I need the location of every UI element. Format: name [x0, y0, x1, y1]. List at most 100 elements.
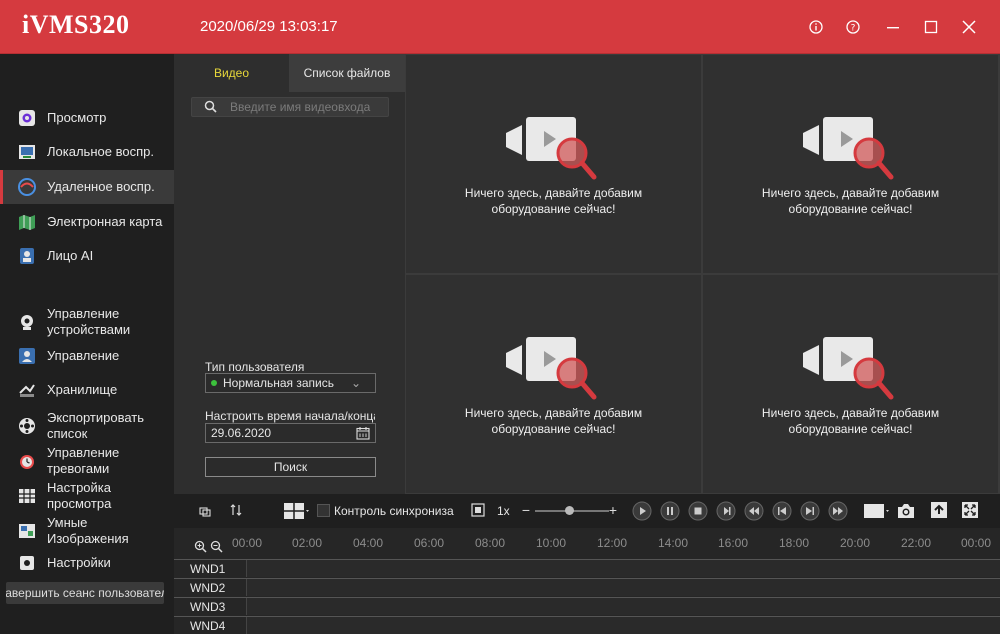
nav-item-emap[interactable]: Электронная карта — [0, 210, 174, 234]
record-type-value: Нормальная запись — [223, 376, 334, 390]
window-label: WND1 — [190, 562, 226, 576]
zoom-in-icon[interactable] — [194, 540, 207, 553]
calendar-icon[interactable] — [356, 426, 370, 445]
timeline-row[interactable]: WND4 — [174, 616, 1000, 634]
time-tick: 18:00 — [779, 536, 810, 550]
timeline-track[interactable] — [246, 617, 1000, 634]
search-panel: Видео Список файлов Тип пользователя Нор… — [174, 54, 405, 494]
no-camera-icon — [506, 113, 601, 186]
fullscreen-icon[interactable] — [961, 501, 979, 519]
record-type-select[interactable]: Нормальная запись ⌄ — [205, 373, 376, 393]
play-button[interactable] — [632, 501, 652, 521]
nav-item-face-ai[interactable]: Лицо AI — [0, 244, 174, 268]
next-button[interactable] — [800, 501, 820, 521]
nav-item-local-playback[interactable]: Локальное воспр. — [0, 140, 174, 164]
step-forward-button[interactable] — [716, 501, 736, 521]
layout-select-icon[interactable] — [283, 501, 311, 521]
user-type-label: Тип пользователя — [205, 360, 305, 374]
video-window-2[interactable]: Ничего здесь, давайте добавим оборудовани… — [703, 55, 998, 273]
window-copy-icon[interactable] — [198, 504, 212, 518]
preview-icon — [18, 109, 36, 127]
sync-checkbox[interactable] — [317, 504, 330, 517]
nav-item-remote-playback[interactable]: Удаленное воспр. — [0, 170, 174, 204]
nav-item-alarm-management[interactable]: Управление тревогами — [0, 443, 174, 479]
export-list-icon — [18, 417, 36, 435]
management-icon — [18, 347, 36, 365]
minimize-button[interactable] — [880, 14, 906, 40]
time-tick: 00:00 — [961, 536, 992, 550]
emap-icon — [18, 213, 36, 231]
search-icon[interactable] — [204, 100, 217, 116]
window-label: WND2 — [190, 581, 226, 595]
time-tick: 06:00 — [414, 536, 445, 550]
display-mode-select[interactable] — [863, 503, 891, 519]
tab-file-list[interactable]: Список файлов — [289, 54, 405, 92]
time-tick: 20:00 — [840, 536, 871, 550]
maximize-button[interactable] — [918, 14, 944, 40]
timeline-row[interactable]: WND1 — [174, 559, 1000, 577]
title-bar: iVMS320 2020/06/29 13:03:17 ? — [0, 0, 1000, 54]
speed-increase-button[interactable]: + — [608, 502, 618, 518]
tab-video[interactable]: Видео — [174, 54, 289, 92]
info-icon[interactable] — [803, 14, 829, 40]
date-field[interactable]: 29.06.2020 — [205, 423, 376, 443]
window-label: WND3 — [190, 600, 226, 614]
export-clip-icon[interactable] — [930, 501, 948, 519]
time-tick: 08:00 — [475, 536, 506, 550]
no-camera-icon — [506, 333, 601, 406]
nav-item-smart-images[interactable]: Умные Изображения — [0, 513, 174, 549]
nav-item-storage[interactable]: Хранилище — [0, 378, 174, 402]
nav-label: Электронная карта — [47, 214, 163, 229]
nav-label: Настройка просмотра — [47, 480, 112, 511]
nav-item-management[interactable]: Управление — [0, 344, 174, 368]
nav-item-export-list[interactable]: Экспортировать список — [0, 408, 174, 444]
fast-forward-button[interactable] — [828, 501, 848, 521]
stop-button[interactable] — [688, 501, 708, 521]
help-icon[interactable]: ? — [840, 14, 866, 40]
logout-button[interactable]: Завершить сеанс пользователя — [6, 582, 164, 604]
no-camera-icon — [803, 113, 898, 186]
nav-label: Управление — [47, 348, 120, 363]
channel-search-box — [191, 97, 389, 117]
timeline: 00:00 02:00 04:00 06:00 08:00 10:00 12:0… — [174, 528, 1000, 634]
video-window-3[interactable]: Ничего здесь, давайте добавим оборудовани… — [406, 275, 701, 493]
status-dot — [211, 380, 217, 386]
previous-button[interactable] — [772, 501, 792, 521]
snapshot-icon[interactable] — [896, 502, 916, 520]
nav-label: Удаленное воспр. — [47, 179, 155, 194]
zoom-out-icon[interactable] — [210, 540, 223, 553]
time-tick: 14:00 — [658, 536, 689, 550]
channel-search-input[interactable] — [230, 99, 380, 115]
alarm-icon — [18, 452, 36, 470]
nav-item-preview[interactable]: Просмотр — [0, 106, 174, 130]
nav-item-settings[interactable]: Настройки — [0, 551, 174, 575]
search-button[interactable]: Поиск — [205, 457, 376, 477]
remote-playback-icon — [18, 178, 36, 196]
close-button[interactable] — [956, 14, 982, 40]
slow-rewind-button[interactable] — [744, 501, 764, 521]
video-window-1[interactable]: Ничего здесь, давайте добавим оборудовани… — [406, 55, 701, 273]
pause-button[interactable] — [660, 501, 680, 521]
nav-label: Управление устройствами — [47, 306, 131, 337]
speed-display: 1x — [497, 504, 510, 518]
speed-decrease-button[interactable]: − — [521, 502, 531, 518]
nav-item-device-management[interactable]: Управление устройствами — [0, 304, 174, 340]
nav-item-view-settings[interactable]: Настройка просмотра — [0, 478, 174, 514]
timeline-track[interactable] — [246, 579, 1000, 596]
local-playback-icon — [18, 143, 36, 161]
fit-window-icon[interactable] — [470, 502, 486, 518]
timeline-track[interactable] — [246, 560, 1000, 577]
timeline-row[interactable]: WND2 — [174, 578, 1000, 596]
app-title: iVMS320 — [22, 10, 130, 39]
datetime-display: 2020/06/29 13:03:17 — [200, 18, 338, 35]
playback-toolbar: Контроль синхрониза 1x − + — [174, 494, 1000, 528]
empty-message: Ничего здесь, давайте добавим оборудовани… — [761, 406, 940, 436]
speed-slider-handle[interactable] — [565, 506, 574, 515]
sync-control-label: Контроль синхрониза — [334, 504, 454, 518]
timeline-track[interactable] — [246, 598, 1000, 615]
sort-icon[interactable] — [229, 503, 243, 517]
nav-label: Просмотр — [47, 110, 107, 125]
video-window-4[interactable]: Ничего здесь, давайте добавим оборудовани… — [703, 275, 998, 493]
left-navigation: Просмотр Локальное воспр. Удаленное восп… — [0, 54, 174, 634]
timeline-row[interactable]: WND3 — [174, 597, 1000, 615]
